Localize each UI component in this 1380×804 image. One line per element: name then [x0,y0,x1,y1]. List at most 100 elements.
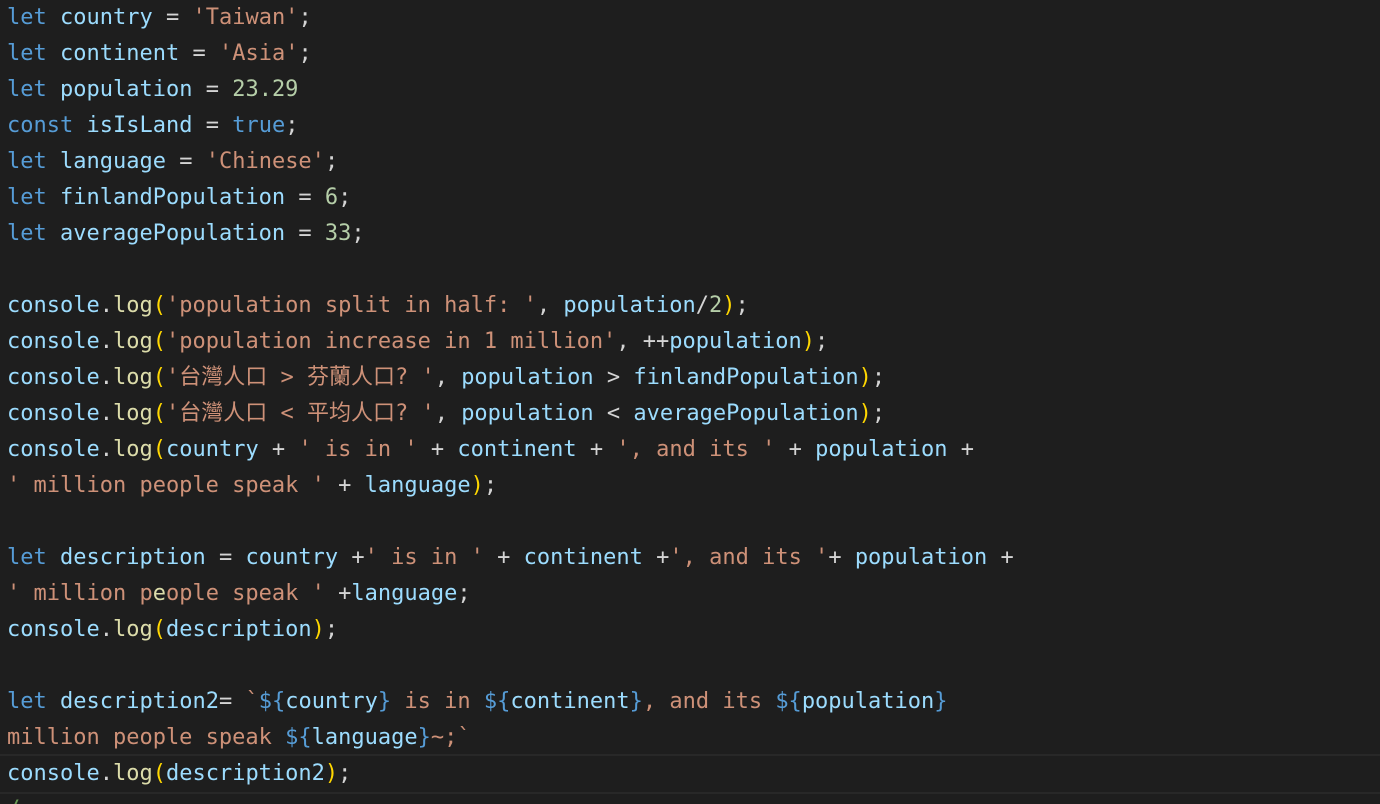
code-line[interactable]: console.log('台灣人口 > 芬蘭人口? ', population … [7,360,1380,396]
code-token-var: finlandPopulation [60,185,286,210]
code-token-var: description [165,617,312,642]
code-token-op: ; [871,401,886,426]
code-token-str: 'population split in half: ' [165,293,537,318]
code-token-op: = [218,689,246,714]
code-token-op: = [192,113,233,138]
code-token-op: ; [871,365,886,390]
code-token-str: is in [391,689,484,714]
code-line[interactable] [7,252,1380,288]
code-token-br: ( [152,329,166,354]
code-line[interactable]: let description2= `${country} is in ${co… [7,684,1380,720]
code-token-op: ; [483,473,498,498]
code-token-op: + [483,545,524,570]
code-line[interactable]: ' million people speak ' +language; [7,576,1380,612]
code-token-op [47,77,60,102]
code-token-br: ( [152,293,166,318]
code-token-op: = [179,41,219,66]
code-token-num: 23.29 [232,77,299,102]
code-line[interactable]: console.log(description); [7,612,1380,648]
code-token-str: '台灣人口 > 芬蘭人口? ' [165,365,435,390]
code-token-op: , ++ [616,329,670,354]
code-token-kw: let [7,5,47,30]
code-line[interactable]: console.log(description2); [0,754,1380,794]
code-token-var: population [563,293,696,318]
code-token-op: + [258,437,299,462]
code-token-var: population [461,401,594,426]
code-line[interactable]: let country = 'Taiwan'; [7,0,1380,36]
code-token-kw: const [7,113,74,138]
code-token-op: ; [338,185,352,210]
code-token-var: population [669,329,802,354]
code-line[interactable]: ' million people speak ' + language); [7,468,1380,504]
code-token-tpl: ${ [483,689,511,714]
code-line[interactable]: let finlandPopulation = 6; [7,180,1380,216]
code-token-var: description2 [60,689,219,714]
code-token-var: console [7,761,100,786]
code-token-br: ) [801,329,815,354]
code-token-str: 'Asia' [218,41,299,66]
code-token-op: + [987,545,1014,570]
code-token-op [47,545,60,570]
code-token-var: language [351,581,458,606]
code-line[interactable]: / [7,792,1380,804]
code-token-var: console [7,365,100,390]
code-token-op: + [324,581,352,606]
code-token-kw: let [7,41,47,66]
code-token-fn: log [112,293,153,318]
code-token-op: + [576,437,617,462]
code-token-var: language [60,149,166,174]
code-token-var: isIsLand [86,113,193,138]
code-token-fn: log [112,365,153,390]
code-token-kw: let [7,545,47,570]
code-token-tpl: ${ [258,689,286,714]
code-token-str: ' is in ' [298,437,418,462]
code-token-br: ) [722,293,736,318]
code-token-op: = [165,149,206,174]
code-token-var: country [60,5,153,30]
code-line[interactable]: console.log(country + ' is in ' + contin… [7,432,1380,468]
code-token-op: + [775,437,816,462]
code-token-var: country [165,437,259,462]
code-token-fn: log [112,761,153,786]
code-line[interactable]: console.log('population split in half: '… [7,288,1380,324]
code-token-var: finlandPopulation [633,365,859,390]
code-token-op: , [434,365,462,390]
code-line[interactable]: console.log('population increase in 1 mi… [7,324,1380,360]
code-token-br: ) [858,401,872,426]
code-line[interactable]: let description = country +' is in ' + c… [7,540,1380,576]
code-line[interactable]: million people speak ${language}~;` [7,720,1380,756]
code-line[interactable] [7,504,1380,540]
code-token-var: description [60,545,206,570]
code-token-op: ; [815,329,829,354]
code-token-var: continent [60,41,180,66]
code-token-op: / [695,293,710,318]
code-editor[interactable]: let country = 'Taiwan'; let continent = '… [0,0,1380,804]
code-token-op: = [285,221,325,246]
code-line[interactable]: let averagePopulation = 33; [7,216,1380,252]
code-token-var: language [364,473,471,498]
code-line[interactable]: let continent = 'Asia'; [7,36,1380,72]
code-token-op: = [192,77,233,102]
code-token-op: . [99,329,113,354]
code-token-op: , [434,401,462,426]
code-token-tpl: } [417,725,431,750]
code-token-var: population [461,365,594,390]
code-token-op: . [99,437,113,462]
code-token-var: population [815,437,948,462]
code-line[interactable] [7,648,1380,684]
code-token-str: ople speak ' [165,581,325,606]
code-token-op: ; [457,581,471,606]
code-token-br: ( [152,617,166,642]
code-token-tpl: ${ [775,689,802,714]
code-line[interactable]: let population = 23.29 [7,72,1380,108]
code-token-str: ', and its ' [669,545,829,570]
code-line[interactable]: console.log('台灣人口 < 平均人口? ', population … [7,396,1380,432]
code-token-str: 'Taiwan' [192,5,299,30]
code-token-var: averagePopulation [60,221,286,246]
code-token-op: , [536,293,564,318]
code-token-var: console [7,329,100,354]
code-area[interactable]: let country = 'Taiwan'; let continent = '… [0,0,1380,804]
code-line[interactable]: const isIsLand = true; [7,108,1380,144]
code-line[interactable]: let language = 'Chinese'; [7,144,1380,180]
code-token-op [73,113,86,138]
